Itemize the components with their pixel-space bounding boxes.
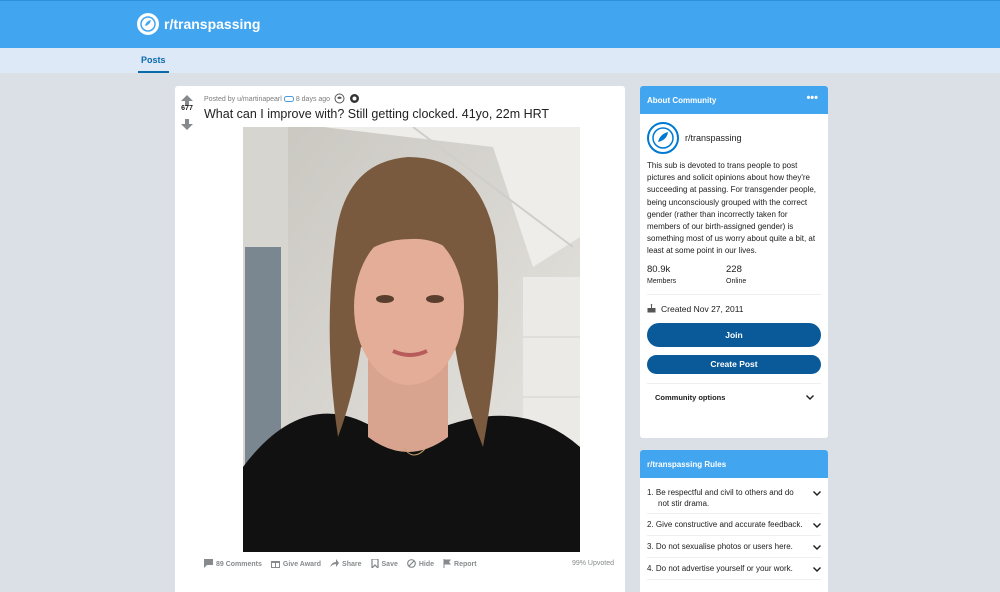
flag-icon: [443, 559, 452, 570]
subreddit-icon[interactable]: [137, 13, 159, 35]
community-description: This sub is devoted to trans people to p…: [647, 161, 816, 256]
award-icon: [349, 93, 360, 106]
community-stats: 80.9k Members 228 Online: [640, 258, 828, 285]
about-community-header: About Community •••: [640, 86, 828, 114]
upvote-ratio: 99% Upvoted: [571, 560, 614, 567]
rule-item[interactable]: 3. Do not sexualise photos or users here…: [647, 536, 821, 558]
subreddit-name[interactable]: r/transpassing: [685, 133, 742, 143]
members-label: Members: [647, 277, 677, 285]
about-community-title: About Community: [647, 96, 717, 105]
post-actions: 89 Comments Give Award Share Save Hide R…: [204, 558, 477, 570]
chevron-down-icon: [813, 542, 821, 553]
rules-header: r/transpassing Rules: [640, 450, 828, 478]
created-label: Created Nov 27, 2011: [661, 304, 744, 315]
post-title[interactable]: What can I improve with? Still getting c…: [204, 107, 549, 121]
community-options-toggle[interactable]: Community options: [640, 384, 828, 402]
share-button[interactable]: Share: [330, 559, 362, 570]
rule-item[interactable]: 4. Do not advertise yourself or your wor…: [647, 558, 821, 580]
chevron-down-icon: [813, 488, 821, 509]
rule-text: 4. Do not advertise yourself or your wor…: [647, 564, 793, 573]
downvote-icon[interactable]: [181, 117, 193, 135]
post-time[interactable]: 8 days ago: [296, 96, 330, 103]
badge-icon: [283, 95, 294, 104]
vote-count: 677: [181, 105, 193, 112]
post-image[interactable]: [243, 127, 580, 552]
about-community-card: About Community ••• r/transpassing This …: [640, 86, 828, 438]
rule-text: 2. Give constructive and accurate feedba…: [647, 520, 803, 529]
join-button[interactable]: Join: [647, 322, 821, 347]
post-meta: Posted by u/martinapearl 8 days ago: [204, 93, 360, 106]
give-award-button[interactable]: Give Award: [270, 559, 322, 570]
share-label: Share: [342, 561, 362, 568]
more-options-icon[interactable]: •••: [806, 92, 818, 104]
post-card: 677 Posted by u/martinapearl 8 days ago …: [175, 86, 625, 592]
comments-label: 89 Comments: [216, 561, 262, 568]
tab-posts[interactable]: Posts: [138, 48, 169, 73]
hide-icon: [406, 559, 416, 570]
created-date: Created Nov 27, 2011: [640, 295, 828, 315]
share-icon: [330, 559, 340, 570]
rule-item[interactable]: 2. Give constructive and accurate feedba…: [647, 514, 821, 536]
report-button[interactable]: Report: [443, 559, 477, 570]
community-options-label: Community options: [655, 392, 726, 402]
create-post-button[interactable]: Create Post: [647, 354, 821, 374]
post-author[interactable]: Posted by u/martinapearl: [204, 96, 282, 103]
online-count: 228: [726, 263, 742, 275]
comment-icon: [204, 559, 213, 570]
chevron-down-icon: [813, 564, 821, 575]
save-label: Save: [381, 561, 398, 568]
award-icon: [334, 93, 345, 106]
chevron-down-icon: [813, 520, 821, 531]
hide-button[interactable]: Hide: [406, 559, 435, 570]
cake-icon: [647, 303, 656, 315]
save-button[interactable]: Save: [370, 558, 398, 570]
subreddit-title[interactable]: r/transpassing: [164, 16, 260, 32]
gift-icon: [270, 559, 280, 570]
hide-label: Hide: [418, 561, 435, 568]
comments-button[interactable]: 89 Comments: [204, 559, 262, 570]
rules-title: r/transpassing Rules: [647, 460, 727, 469]
online-label: Online: [726, 277, 747, 285]
chevron-down-icon: [806, 393, 814, 402]
subreddit-banner: r/transpassing: [0, 0, 1000, 48]
rule-text: 1. Be respectful and civil to others and…: [647, 488, 794, 508]
bookmark-icon: [370, 558, 379, 570]
give-award-label: Give Award: [282, 561, 322, 568]
members-count: 80.9k: [647, 263, 671, 275]
subreddit-avatar[interactable]: [647, 122, 679, 154]
rule-item[interactable]: 1. Be respectful and civil to others and…: [647, 482, 821, 514]
subreddit-nav: Posts: [0, 48, 1000, 73]
rules-card: r/transpassing Rules 1. Be respectful an…: [640, 450, 828, 592]
report-label: Report: [454, 561, 477, 568]
rule-text: 3. Do not sexualise photos or users here…: [647, 542, 793, 551]
